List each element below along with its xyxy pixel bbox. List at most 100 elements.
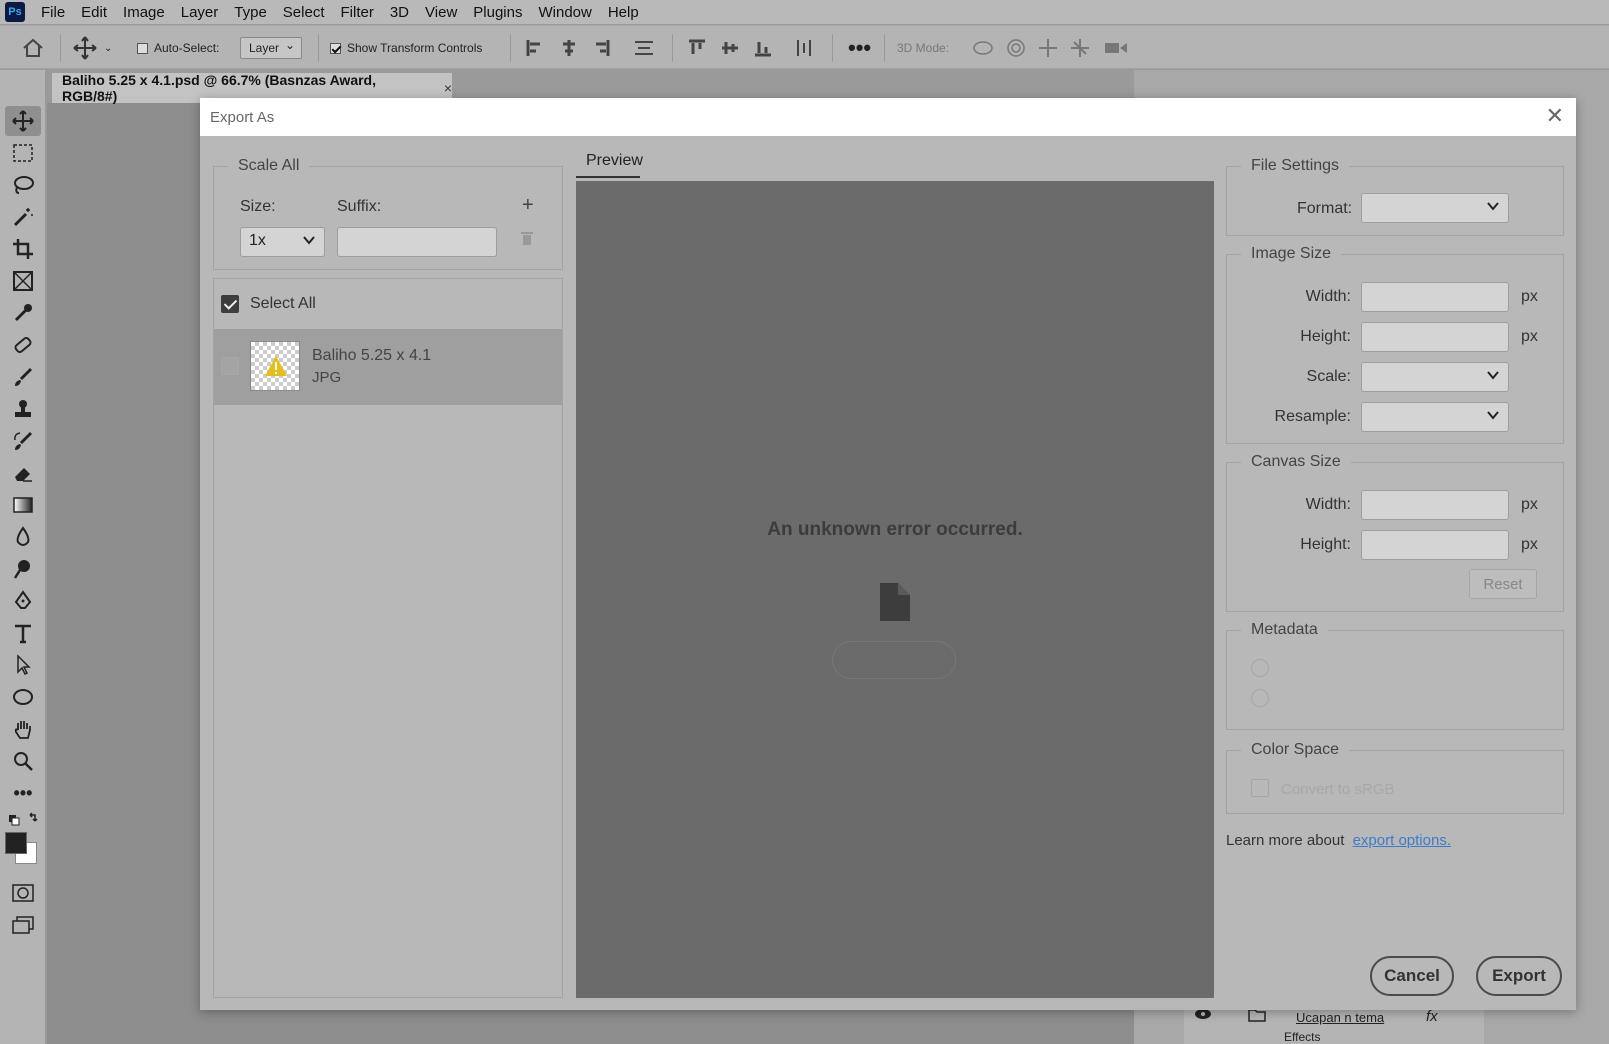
magic-wand-icon[interactable] bbox=[5, 202, 41, 232]
path-selection-icon[interactable] bbox=[5, 650, 41, 680]
menu-file[interactable]: File bbox=[33, 4, 73, 21]
menu-filter[interactable]: Filter bbox=[333, 4, 382, 21]
align-center-icon[interactable] bbox=[560, 26, 578, 70]
3d-camera-icon[interactable] bbox=[1104, 26, 1128, 70]
asset-checkbox[interactable] bbox=[221, 357, 239, 375]
image-width-label: Width: bbox=[1305, 288, 1351, 305]
3d-slide-icon[interactable] bbox=[1070, 26, 1090, 70]
auto-select-checkbox[interactable] bbox=[137, 42, 148, 54]
color-space-legend: Color Space bbox=[1241, 741, 1350, 759]
show-transform-checkbox[interactable] bbox=[330, 42, 341, 54]
convert-srgb-checkbox[interactable] bbox=[1251, 779, 1269, 797]
size-select[interactable]: 1x bbox=[240, 227, 325, 257]
show-transform-option[interactable]: Show Transform Controls bbox=[330, 26, 482, 70]
move-tool-icon[interactable]: ⌄ bbox=[72, 26, 112, 70]
3d-orbit-icon[interactable] bbox=[972, 26, 994, 70]
reset-button[interactable]: Reset bbox=[1469, 569, 1537, 599]
eraser-icon[interactable] bbox=[5, 458, 41, 488]
align-bottom-icon[interactable] bbox=[754, 26, 772, 70]
distribute-vertical-icon[interactable] bbox=[795, 26, 813, 70]
pen-tool-icon[interactable] bbox=[5, 586, 41, 616]
menu-view[interactable]: View bbox=[417, 4, 465, 21]
eyedropper-icon[interactable] bbox=[5, 298, 41, 328]
lasso-tool-icon[interactable] bbox=[5, 170, 41, 200]
menu-plugins[interactable]: Plugins bbox=[465, 4, 530, 21]
zoom-tool-icon[interactable] bbox=[5, 746, 41, 776]
select-all-label[interactable]: Select All bbox=[250, 295, 316, 313]
auto-select-dropdown[interactable]: Layer bbox=[240, 37, 303, 59]
canvas-height-input[interactable] bbox=[1361, 530, 1509, 560]
more-options-icon[interactable]: ••• bbox=[848, 26, 871, 70]
menu-type[interactable]: Type bbox=[226, 4, 275, 21]
hand-tool-icon[interactable] bbox=[5, 714, 41, 744]
asset-format: JPG bbox=[312, 369, 342, 386]
color-swatches-icon[interactable] bbox=[5, 830, 41, 866]
auto-select-option[interactable]: Auto-Select: bbox=[137, 26, 219, 70]
3d-roll-icon[interactable] bbox=[1006, 26, 1026, 70]
dodge-tool-icon[interactable] bbox=[5, 554, 41, 584]
metadata-radio-copyright[interactable] bbox=[1251, 689, 1269, 707]
distribute-icon[interactable] bbox=[634, 26, 654, 70]
select-all-checkbox[interactable] bbox=[221, 295, 239, 313]
screen-mode-icon[interactable] bbox=[5, 910, 41, 940]
asset-row[interactable]: Baliho 5.25 x 4.1 JPG bbox=[214, 329, 562, 405]
crop-tool-icon[interactable] bbox=[5, 234, 41, 264]
metadata-radio-none[interactable] bbox=[1251, 659, 1269, 677]
tab-preview[interactable]: Preview bbox=[586, 152, 643, 170]
resample-select[interactable] bbox=[1361, 402, 1509, 432]
image-height-input[interactable] bbox=[1361, 322, 1509, 352]
chevron-down-icon[interactable]: ⌄ bbox=[104, 43, 112, 54]
menu-window[interactable]: Window bbox=[530, 4, 599, 21]
3d-mode-label: 3D Mode: bbox=[897, 41, 950, 55]
align-top-icon[interactable] bbox=[688, 26, 706, 70]
scale-all-section: Scale All Size: Suffix: + 1x bbox=[213, 157, 563, 270]
eye-icon[interactable] bbox=[1194, 1008, 1212, 1023]
stamp-tool-icon[interactable] bbox=[5, 394, 41, 424]
export-options-link[interactable]: export options. bbox=[1353, 832, 1451, 849]
menu-layer[interactable]: Layer bbox=[173, 4, 227, 21]
menu-select[interactable]: Select bbox=[275, 4, 333, 21]
trash-icon[interactable] bbox=[521, 231, 533, 248]
close-icon[interactable]: ✕ bbox=[1546, 105, 1564, 127]
image-width-input[interactable] bbox=[1361, 282, 1509, 312]
format-select[interactable] bbox=[1361, 193, 1509, 223]
canvas-width-input[interactable] bbox=[1361, 490, 1509, 520]
quick-mask-icon[interactable] bbox=[5, 878, 41, 908]
suffix-input[interactable] bbox=[337, 227, 497, 257]
scale-label: Scale: bbox=[1306, 368, 1351, 385]
move-tool-icon[interactable] bbox=[5, 106, 41, 136]
export-button[interactable]: Export bbox=[1476, 956, 1562, 996]
close-tab-icon[interactable]: × bbox=[444, 80, 452, 96]
menu-3d[interactable]: 3D bbox=[382, 4, 417, 21]
marquee-tool-icon[interactable] bbox=[5, 138, 41, 168]
brush-tool-icon[interactable] bbox=[5, 362, 41, 392]
healing-brush-icon[interactable] bbox=[5, 330, 41, 360]
align-middle-icon[interactable] bbox=[721, 26, 739, 70]
menu-image[interactable]: Image bbox=[115, 4, 173, 21]
more-tools-icon[interactable]: ••• bbox=[5, 778, 41, 808]
file-settings-section: File Settings Format: bbox=[1226, 157, 1564, 236]
canvas-width-label: Width: bbox=[1305, 496, 1351, 513]
tools-panel: ••• bbox=[0, 70, 46, 1044]
align-left-icon[interactable] bbox=[526, 26, 544, 70]
home-icon[interactable] bbox=[22, 26, 44, 70]
gradient-tool-icon[interactable] bbox=[5, 490, 41, 520]
menu-help[interactable]: Help bbox=[600, 4, 647, 21]
auto-select-label: Auto-Select: bbox=[154, 41, 220, 55]
align-right-icon[interactable] bbox=[592, 26, 610, 70]
ellipse-tool-icon[interactable] bbox=[5, 682, 41, 712]
3d-pan-icon[interactable] bbox=[1038, 26, 1058, 70]
menu-edit[interactable]: Edit bbox=[73, 4, 115, 21]
fx-icon[interactable]: fx bbox=[1426, 1008, 1438, 1025]
type-tool-icon[interactable] bbox=[5, 618, 41, 648]
blur-tool-icon[interactable] bbox=[5, 522, 41, 552]
history-brush-icon[interactable] bbox=[5, 426, 41, 456]
size-select-value: 1x bbox=[249, 232, 266, 249]
learn-more-button[interactable] bbox=[832, 641, 956, 679]
frame-tool-icon[interactable] bbox=[5, 266, 41, 296]
add-scale-icon[interactable]: + bbox=[522, 194, 534, 217]
dialog-title-bar: Export As ✕ bbox=[200, 98, 1576, 136]
scale-select[interactable] bbox=[1361, 362, 1509, 392]
cancel-button[interactable]: Cancel bbox=[1370, 956, 1454, 996]
layer-group-name[interactable]: Ucapan n tema bbox=[1296, 1010, 1384, 1025]
